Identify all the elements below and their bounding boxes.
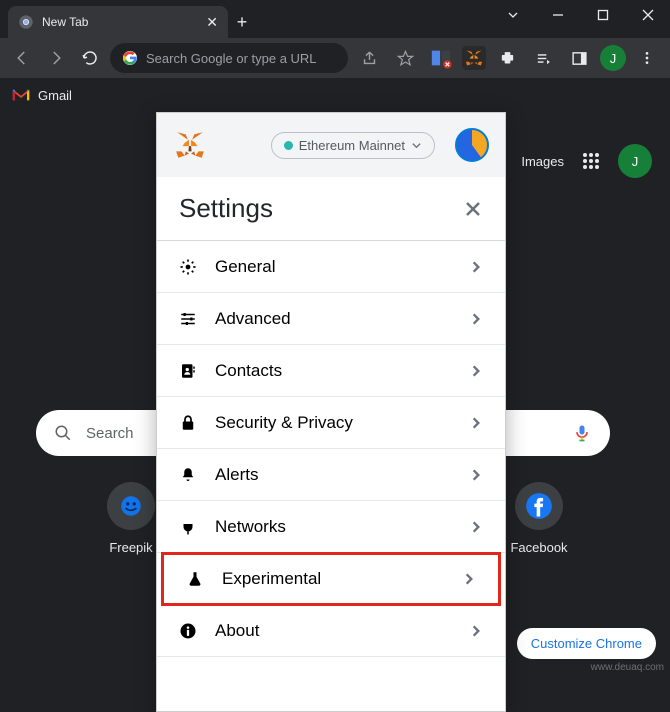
watermark: www.deuaq.com — [591, 662, 664, 673]
chevron-right-icon — [462, 572, 476, 586]
plus-icon: + — [237, 12, 248, 33]
search-placeholder: Search — [86, 425, 134, 442]
network-selector[interactable]: Ethereum Mainnet — [271, 132, 435, 159]
forward-button[interactable] — [42, 44, 70, 72]
google-g-icon — [122, 50, 138, 66]
bookmark-gmail[interactable]: Gmail — [12, 88, 72, 103]
contacts-icon — [179, 362, 197, 380]
settings-item-label: About — [215, 621, 259, 641]
settings-item-security[interactable]: Security & Privacy — [157, 397, 505, 449]
settings-item-about[interactable]: About — [157, 605, 505, 657]
chevron-down-icon — [411, 140, 422, 151]
lock-icon — [179, 414, 197, 432]
images-link[interactable]: Images — [521, 154, 564, 169]
ntp-profile-avatar[interactable]: J — [618, 144, 652, 178]
bookmarks-bar: Gmail — [0, 78, 670, 112]
info-icon — [179, 622, 197, 640]
gmail-icon — [12, 88, 30, 102]
chrome-menu-icon[interactable] — [632, 43, 662, 73]
shortcut-label: Facebook — [510, 540, 567, 555]
reload-button[interactable] — [76, 44, 104, 72]
window-close-button[interactable] — [625, 0, 670, 30]
flask-icon — [186, 570, 204, 588]
settings-item-label: Experimental — [222, 569, 321, 589]
metamask-fox-icon — [173, 128, 207, 162]
caret-down-button[interactable] — [490, 0, 535, 30]
settings-item-advanced[interactable]: Advanced — [157, 293, 505, 345]
settings-item-label: Advanced — [215, 309, 291, 329]
back-button[interactable] — [8, 44, 36, 72]
tab-close-icon[interactable]: ✕ — [206, 14, 218, 31]
plug-icon — [179, 518, 197, 536]
bookmark-label: Gmail — [38, 88, 72, 103]
account-avatar[interactable] — [455, 128, 489, 162]
chevron-right-icon — [469, 520, 483, 534]
extensions-puzzle-icon[interactable] — [492, 43, 522, 73]
metamask-extension-icon[interactable] — [462, 46, 486, 70]
browser-toolbar: Search Google or type a URL J — [0, 38, 670, 78]
chevron-right-icon — [469, 416, 483, 430]
chrome-favicon-icon — [18, 14, 34, 30]
close-icon[interactable] — [463, 199, 483, 219]
new-tab-button[interactable]: + — [228, 6, 256, 38]
bell-icon — [179, 466, 197, 484]
freepik-icon — [118, 493, 144, 519]
share-icon[interactable] — [354, 43, 384, 73]
settings-item-label: Security & Privacy — [215, 413, 353, 433]
customize-chrome-button[interactable]: Customize Chrome — [517, 628, 656, 659]
shortcut-label: Freepik — [109, 540, 152, 555]
metamask-header: Ethereum Mainnet — [157, 113, 505, 177]
sliders-icon — [179, 310, 197, 328]
settings-item-label: General — [215, 257, 275, 277]
settings-title-row: Settings — [157, 177, 505, 241]
ntp-right-links: Images J — [521, 144, 652, 178]
metamask-popup: Ethereum Mainnet Settings General Advanc… — [156, 112, 506, 712]
omnibox[interactable]: Search Google or type a URL — [110, 43, 348, 73]
chevron-right-icon — [469, 260, 483, 274]
settings-item-label: Contacts — [215, 361, 282, 381]
chevron-right-icon — [469, 624, 483, 638]
omnibox-placeholder: Search Google or type a URL — [146, 51, 317, 66]
chevron-right-icon — [469, 312, 483, 326]
chevron-right-icon — [469, 468, 483, 482]
settings-item-alerts[interactable]: Alerts — [157, 449, 505, 501]
voice-search-icon[interactable] — [572, 423, 592, 443]
gear-icon — [179, 258, 197, 276]
tab-title: New Tab — [42, 15, 206, 29]
chevron-right-icon — [469, 364, 483, 378]
bookmark-star-icon[interactable] — [390, 43, 420, 73]
maximize-button[interactable] — [580, 0, 625, 30]
settings-title: Settings — [179, 193, 273, 224]
network-status-dot — [284, 141, 293, 150]
apps-grid-icon[interactable] — [582, 152, 600, 170]
settings-item-contacts[interactable]: Contacts — [157, 345, 505, 397]
profile-avatar[interactable]: J — [600, 45, 626, 71]
media-control-icon[interactable] — [528, 43, 558, 73]
minimize-button[interactable] — [535, 0, 580, 30]
settings-item-label: Alerts — [215, 465, 258, 485]
settings-item-label: Networks — [215, 517, 286, 537]
side-panel-icon[interactable] — [564, 43, 594, 73]
window-titlebar: New Tab ✕ + — [0, 0, 670, 38]
browser-tab[interactable]: New Tab ✕ — [8, 6, 228, 38]
window-controls — [490, 0, 670, 38]
extension-pane-icon[interactable] — [426, 43, 456, 73]
network-name: Ethereum Mainnet — [299, 138, 405, 153]
search-icon — [54, 424, 72, 442]
new-tab-page: Images J Search Freepik Yo Facebook Cust… — [0, 112, 670, 675]
facebook-icon — [525, 492, 553, 520]
settings-item-experimental[interactable]: Experimental — [161, 552, 501, 606]
settings-list: General Advanced Contacts Security & Pri… — [157, 241, 505, 711]
settings-item-networks[interactable]: Networks — [157, 501, 505, 553]
settings-item-general[interactable]: General — [157, 241, 505, 293]
